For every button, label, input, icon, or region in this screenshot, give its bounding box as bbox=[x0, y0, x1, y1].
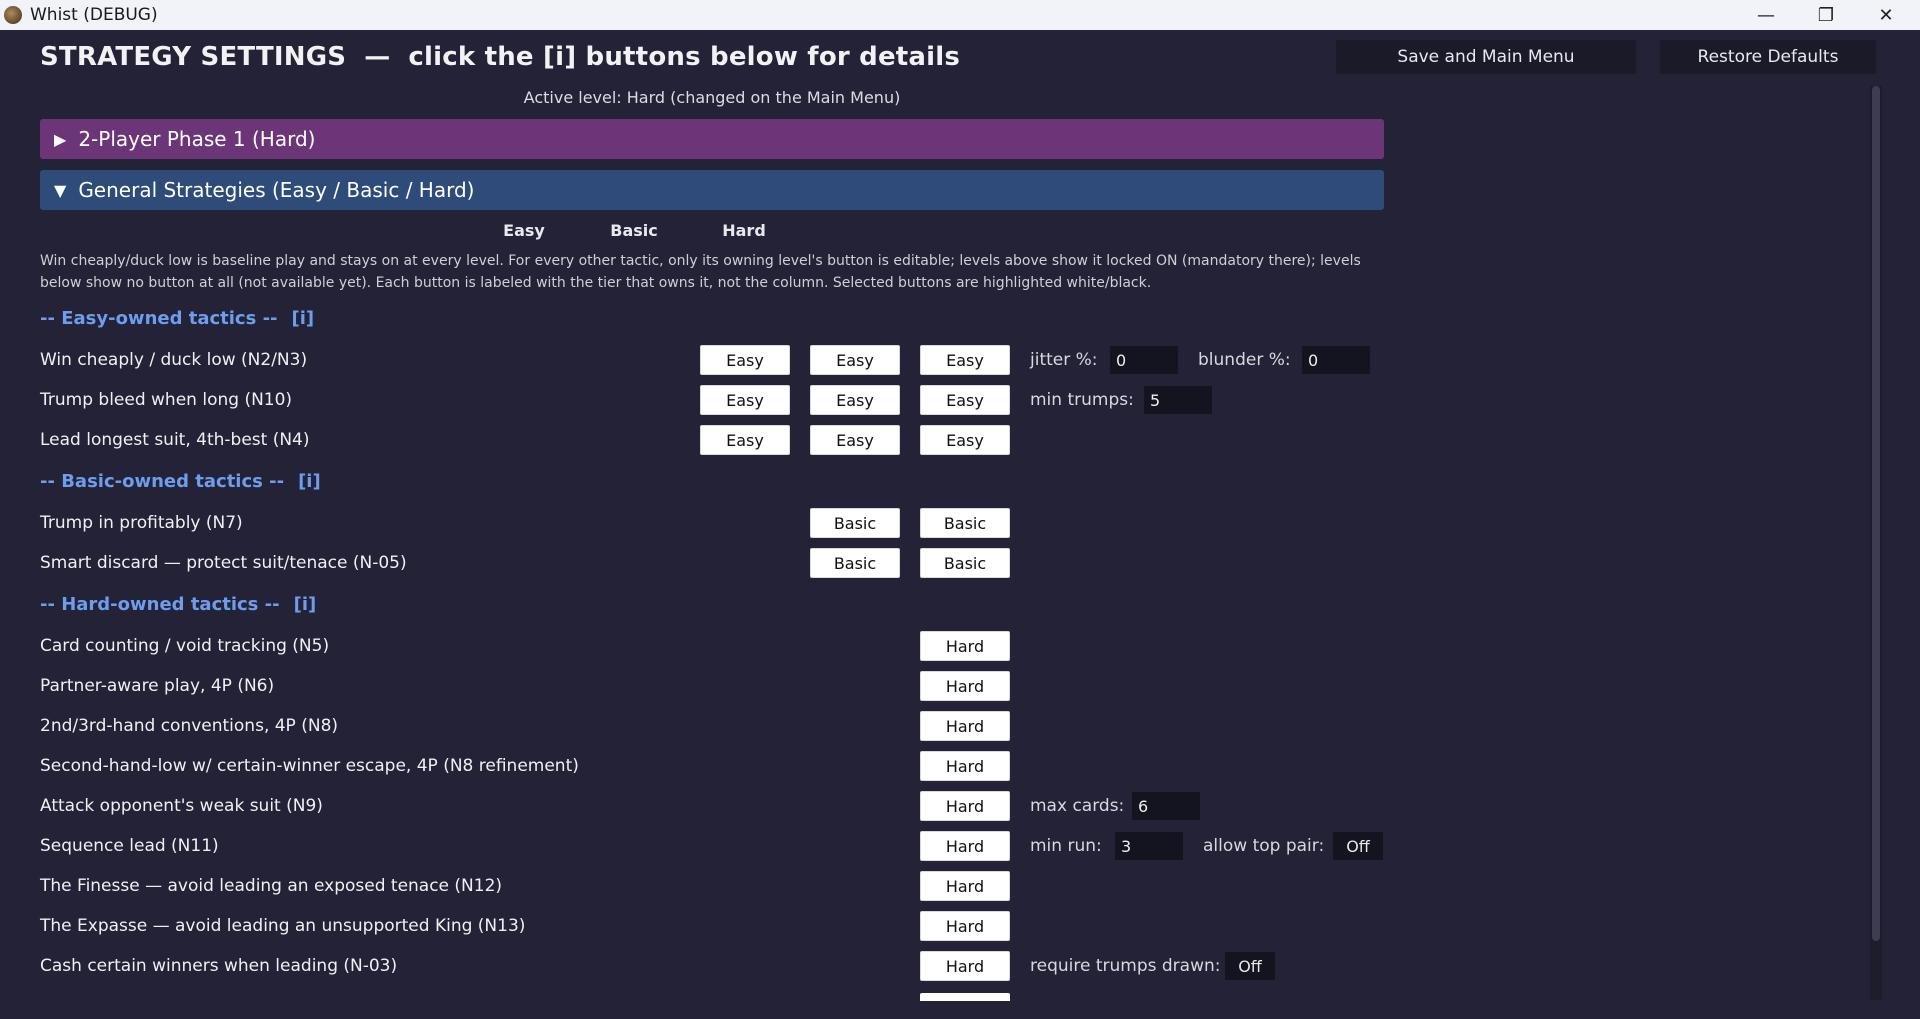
jitter-input[interactable]: 0 bbox=[1110, 346, 1178, 374]
tactic-label-n8: 2nd/3rd-hand conventions, 4P (N8) bbox=[40, 716, 339, 736]
tactic-label-n4: Lead longest suit, 4th-best (N4) bbox=[40, 430, 310, 450]
restore-defaults-button[interactable]: Restore Defaults bbox=[1660, 40, 1876, 74]
allow-top-pair-toggle[interactable]: Off bbox=[1333, 832, 1383, 860]
tactic-label-n5: Card counting / void tracking (N5) bbox=[40, 636, 330, 656]
n8r-hard-button[interactable]: Hard bbox=[920, 751, 1010, 781]
n10-easy-button[interactable]: Easy bbox=[700, 385, 790, 415]
n2-basic-button[interactable]: Easy bbox=[810, 345, 900, 375]
title-separator: — bbox=[364, 42, 391, 72]
n6-hard-button[interactable]: Hard bbox=[920, 671, 1010, 701]
n9-hard-button[interactable]: Hard bbox=[920, 791, 1010, 821]
tactic-label-n6: Partner-aware play, 4P (N6) bbox=[40, 676, 275, 696]
n8-hard-button[interactable]: Hard bbox=[920, 711, 1010, 741]
group-title: -- Basic-owned tactics -- bbox=[40, 471, 285, 492]
page-subtitle: click the [i] buttons below for details bbox=[408, 42, 961, 72]
min-run-label: min run: bbox=[1030, 836, 1102, 856]
tactic-label-n12: The Finesse — avoid leading an exposed t… bbox=[40, 876, 503, 896]
jitter-label: jitter %: bbox=[1030, 350, 1098, 370]
tactic-label-n10: Trump bleed when long (N10) bbox=[40, 390, 293, 410]
require-trumps-drawn-label: require trumps drawn: bbox=[1030, 956, 1221, 976]
collapse-arrow-icon: ▼ bbox=[54, 180, 67, 200]
tactic-label-n13: The Expasse — avoid leading an unsupport… bbox=[40, 916, 526, 936]
maximize-icon[interactable]: ❐ bbox=[1796, 0, 1856, 30]
page-title-main: STRATEGY SETTINGS bbox=[40, 42, 347, 72]
description-text: Win cheaply/duck low is baseline play an… bbox=[40, 253, 1361, 291]
tactic-label-n2: Win cheaply / duck low (N2/N3) bbox=[40, 350, 308, 370]
n4-hard-button[interactable]: Easy bbox=[920, 425, 1010, 455]
group-title: -- Easy-owned tactics -- bbox=[40, 308, 278, 329]
scrollbar-thumb[interactable] bbox=[1872, 86, 1880, 941]
n10-basic-button[interactable]: Easy bbox=[810, 385, 900, 415]
info-button[interactable]: [i] bbox=[294, 594, 317, 615]
n4-basic-button[interactable]: Easy bbox=[810, 425, 900, 455]
group-header-hard: -- Hard-owned tactics -- [i] bbox=[40, 594, 316, 615]
group-header-basic: -- Basic-owned tactics -- [i] bbox=[40, 471, 321, 492]
window-titlebar: Whist (DEBUG) — ❐ ✕ bbox=[0, 0, 1920, 30]
next-row-hard-button[interactable] bbox=[920, 993, 1010, 1001]
save-main-menu-button[interactable]: Save and Main Menu bbox=[1336, 40, 1636, 74]
n11-hard-button[interactable]: Hard bbox=[920, 831, 1010, 861]
n2-hard-button[interactable]: Easy bbox=[920, 345, 1010, 375]
section-label: General Strategies (Easy / Basic / Hard) bbox=[78, 178, 475, 202]
n03-hard-button[interactable]: Hard bbox=[920, 951, 1010, 981]
n05-hard-button[interactable]: Basic bbox=[920, 548, 1010, 578]
n7-basic-button[interactable]: Basic bbox=[810, 508, 900, 538]
tactic-label-n05: Smart discard — protect suit/tenace (N-0… bbox=[40, 553, 407, 573]
column-header-hard: Hard bbox=[722, 221, 766, 240]
tactic-label-n7: Trump in profitably (N7) bbox=[40, 513, 243, 533]
page-title: STRATEGY SETTINGS — click the [i] buttons … bbox=[40, 42, 960, 72]
column-header-easy: Easy bbox=[503, 221, 545, 240]
group-header-easy: -- Easy-owned tactics -- [i] bbox=[40, 308, 314, 329]
min-run-input[interactable]: 3 bbox=[1115, 832, 1183, 860]
n2-easy-button[interactable]: Easy bbox=[700, 345, 790, 375]
section-2player-phase1[interactable]: ▶ 2-Player Phase 1 (Hard) bbox=[40, 119, 1384, 159]
allow-top-pair-label: allow top pair: bbox=[1203, 836, 1325, 856]
blunder-label: blunder %: bbox=[1198, 350, 1291, 370]
window-title: Whist (DEBUG) bbox=[30, 5, 158, 25]
tactic-label-n8-refinement: Second-hand-low w/ certain-winner escape… bbox=[40, 756, 579, 776]
tactic-label-n11: Sequence lead (N11) bbox=[40, 836, 219, 856]
section-label: 2-Player Phase 1 (Hard) bbox=[78, 127, 316, 151]
tactic-label-n03: Cash certain winners when leading (N-03) bbox=[40, 956, 398, 976]
section-general-strategies[interactable]: ▼ General Strategies (Easy / Basic / Har… bbox=[40, 170, 1384, 210]
app-icon bbox=[4, 6, 22, 24]
group-title: -- Hard-owned tactics -- bbox=[40, 594, 280, 615]
expand-arrow-icon: ▶ bbox=[54, 129, 67, 149]
min-trumps-label: min trumps: bbox=[1030, 390, 1134, 410]
n4-easy-button[interactable]: Easy bbox=[700, 425, 790, 455]
min-trumps-input[interactable]: 5 bbox=[1144, 386, 1212, 414]
n05-basic-button[interactable]: Basic bbox=[810, 548, 900, 578]
max-cards-input[interactable]: 6 bbox=[1132, 792, 1200, 820]
active-level-text: Active level: Hard (changed on the Main … bbox=[523, 88, 901, 107]
info-button[interactable]: [i] bbox=[292, 308, 315, 329]
minimize-icon[interactable]: — bbox=[1736, 0, 1796, 30]
blunder-input[interactable]: 0 bbox=[1302, 346, 1370, 374]
n5-hard-button[interactable]: Hard bbox=[920, 631, 1010, 661]
n10-hard-button[interactable]: Easy bbox=[920, 385, 1010, 415]
max-cards-label: max cards: bbox=[1030, 796, 1125, 816]
column-header-basic: Basic bbox=[610, 221, 658, 240]
info-button[interactable]: [i] bbox=[298, 471, 321, 492]
tactic-label-n9: Attack opponent's weak suit (N9) bbox=[40, 796, 323, 816]
n12-hard-button[interactable]: Hard bbox=[920, 871, 1010, 901]
n7-hard-button[interactable]: Basic bbox=[920, 508, 1010, 538]
close-icon[interactable]: ✕ bbox=[1856, 0, 1916, 30]
require-trumps-drawn-toggle[interactable]: Off bbox=[1225, 952, 1275, 980]
n13-hard-button[interactable]: Hard bbox=[920, 911, 1010, 941]
